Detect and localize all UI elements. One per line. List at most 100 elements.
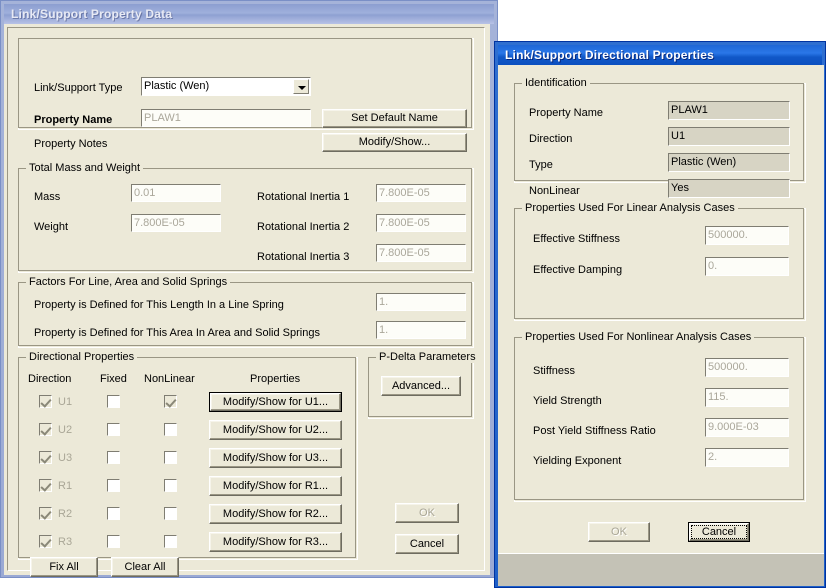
direction-checkbox-r1[interactable] <box>39 479 52 492</box>
checkbox-icon <box>164 423 177 436</box>
linear-analysis-legend: Properties Used For Linear Analysis Case… <box>522 202 738 214</box>
checkbox-icon <box>39 535 52 548</box>
modify-show-u2-button[interactable]: Modify/Show for U2... <box>209 420 342 440</box>
effective-stiffness-label: Effective Stiffness <box>533 233 621 245</box>
checkbox-icon <box>164 395 177 408</box>
line-spring-input[interactable]: 1. <box>376 293 466 311</box>
advanced-button[interactable]: Advanced... <box>381 376 461 396</box>
mass-input[interactable]: 0.01 <box>131 184 221 202</box>
dp-nonlinear-value-field: Yes <box>668 179 790 198</box>
modify-show-r3-button[interactable]: Modify/Show for R3... <box>209 532 342 552</box>
set-default-name-button[interactable]: Set Default Name <box>322 109 467 128</box>
checkbox-icon <box>39 423 52 436</box>
nonlinear-checkbox-r3[interactable] <box>164 535 177 548</box>
mass-label: Mass <box>34 191 61 203</box>
nonlinear-checkbox-u1[interactable] <box>164 395 177 408</box>
checkbox-icon <box>164 479 177 492</box>
stiffness-label: Stiffness <box>533 365 575 377</box>
fixed-checkbox-r1[interactable] <box>107 479 120 492</box>
yield-strength-input[interactable]: 115. <box>705 388 789 407</box>
col-header-direction: Direction <box>28 373 72 385</box>
nonlinear-checkbox-u3[interactable] <box>164 451 177 464</box>
rotational-inertia-3-input[interactable]: 7.800E-05 <box>376 244 466 262</box>
dp-property-name-label: Property Name <box>529 107 603 119</box>
factors-legend: Factors For Line, Area and Solid Springs <box>26 276 231 288</box>
dp-type-value-field: Plastic (Wen) <box>668 153 790 172</box>
post-yield-stiffness-ratio-label: Post Yield Stiffness Ratio <box>533 425 656 437</box>
area-solid-spring-label: Property is Defined for This Area In Are… <box>34 327 320 339</box>
rotational-inertia-1-input[interactable]: 7.800E-05 <box>376 184 466 202</box>
modify-show-r1-button[interactable]: Modify/Show for R1... <box>209 476 342 496</box>
directional-properties-titlebar[interactable]: Link/Support Directional Properties <box>498 45 822 65</box>
nonlinear-analysis-legend: Properties Used For Nonlinear Analysis C… <box>522 331 755 343</box>
fixed-checkbox-r2[interactable] <box>107 507 120 520</box>
dp-ok-button[interactable]: OK <box>588 522 650 542</box>
fixed-checkbox-u2[interactable] <box>107 423 120 436</box>
checkbox-icon <box>39 451 52 464</box>
post-yield-stiffness-ratio-input[interactable]: 9.000E-03 <box>705 418 789 437</box>
modify-show-u3-button[interactable]: Modify/Show for U3... <box>209 448 342 468</box>
effective-damping-input[interactable]: 0. <box>705 257 789 276</box>
modify-show-notes-button[interactable]: Modify/Show... <box>322 133 467 152</box>
property-data-cancel-button[interactable]: Cancel <box>395 534 459 554</box>
yield-strength-label: Yield Strength <box>533 395 602 407</box>
modify-show-u1-button[interactable]: Modify/Show for U1... <box>209 392 342 412</box>
rotational-inertia-2-input[interactable]: 7.800E-05 <box>376 214 466 232</box>
rotational-inertia-3-label: Rotational Inertia 3 <box>257 251 350 263</box>
checkbox-icon <box>164 451 177 464</box>
chevron-down-icon[interactable] <box>293 79 309 94</box>
line-spring-label: Property is Defined for This Length In a… <box>34 299 284 311</box>
dp-type-label: Type <box>529 159 553 171</box>
nonlinear-checkbox-r1[interactable] <box>164 479 177 492</box>
property-notes-label: Property Notes <box>34 138 108 150</box>
checkbox-icon <box>164 507 177 520</box>
checkbox-icon <box>107 423 120 436</box>
property-data-titlebar[interactable]: Link/Support Property Data <box>4 4 494 24</box>
nonlinear-checkbox-r2[interactable] <box>164 507 177 520</box>
modify-show-r2-button[interactable]: Modify/Show for R2... <box>209 504 342 524</box>
direction-checkbox-r2[interactable] <box>39 507 52 520</box>
fixed-checkbox-u3[interactable] <box>107 451 120 464</box>
direction-label-u3: U3 <box>58 452 73 464</box>
weight-label: Weight <box>34 221 69 233</box>
direction-checkbox-u2[interactable] <box>39 423 52 436</box>
dp-cancel-button[interactable]: Cancel <box>688 522 750 542</box>
checkbox-icon <box>39 479 52 492</box>
property-data-ok-button[interactable]: OK <box>395 503 459 523</box>
fixed-checkbox-u1[interactable] <box>107 395 120 408</box>
effective-stiffness-input[interactable]: 500000. <box>705 226 789 245</box>
nonlinear-checkbox-u2[interactable] <box>164 423 177 436</box>
link-support-property-data-window[interactable]: Link/Support Property Data Link/Support … <box>0 0 498 578</box>
direction-label-r1: R1 <box>58 480 73 492</box>
direction-label-r2: R2 <box>58 508 73 520</box>
clear-all-button[interactable]: Clear All <box>111 557 179 577</box>
fixed-checkbox-r3[interactable] <box>107 535 120 548</box>
checkbox-icon <box>39 507 52 520</box>
rotational-inertia-2-label: Rotational Inertia 2 <box>257 221 350 233</box>
link-support-directional-properties-window[interactable]: Link/Support Directional Properties Iden… <box>494 41 826 588</box>
dp-nonlinear-label: NonLinear <box>529 185 580 197</box>
direction-checkbox-u1[interactable] <box>39 395 52 408</box>
link-support-type-combo[interactable]: Plastic (Wen) <box>141 77 311 96</box>
dp-status-bar <box>498 553 824 586</box>
property-name-input[interactable]: PLAW1 <box>141 109 311 127</box>
fix-all-button[interactable]: Fix All <box>30 557 98 577</box>
direction-checkbox-u3[interactable] <box>39 451 52 464</box>
direction-label-u2: U2 <box>58 424 73 436</box>
yielding-exponent-input[interactable]: 2. <box>705 448 789 467</box>
total-mass-weight-legend: Total Mass and Weight <box>26 162 144 174</box>
link-support-type-label: Link/Support Type <box>34 82 123 94</box>
property-data-client: Link/Support Type Plastic (Wen) Property… <box>4 24 490 577</box>
col-header-properties: Properties <box>250 373 301 385</box>
direction-label-u1: U1 <box>58 396 73 408</box>
property-data-title: Link/Support Property Data <box>11 7 173 21</box>
area-solid-spring-input[interactable]: 1. <box>376 321 466 339</box>
stiffness-input[interactable]: 500000. <box>705 358 789 377</box>
checkbox-icon <box>39 395 52 408</box>
weight-input[interactable]: 7.800E-05 <box>131 214 221 232</box>
direction-checkbox-r3[interactable] <box>39 535 52 548</box>
p-delta-legend: P-Delta Parameters <box>376 351 479 363</box>
checkbox-icon <box>107 451 120 464</box>
rotational-inertia-1-label: Rotational Inertia 1 <box>257 191 350 203</box>
direction-label-r3: R3 <box>58 536 73 548</box>
